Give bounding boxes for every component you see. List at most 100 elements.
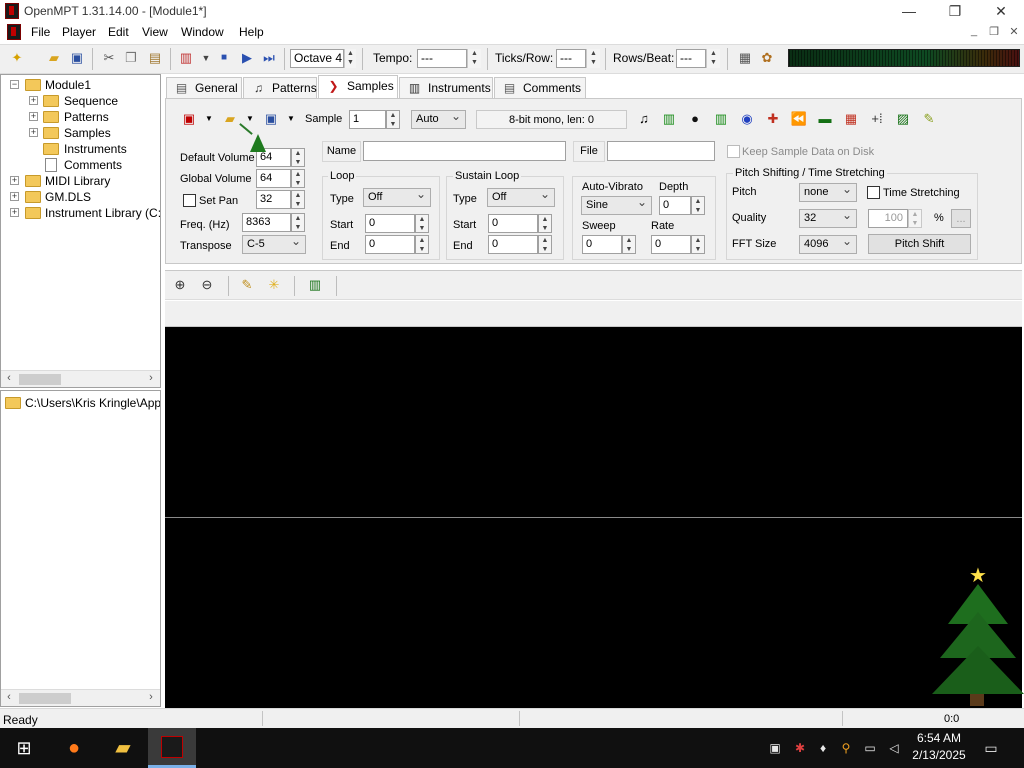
amplify-icon[interactable]: ● <box>686 110 704 128</box>
open-file-icon[interactable]: ▰ <box>45 49 63 67</box>
stop-icon[interactable]: ■ <box>215 49 233 67</box>
tray-network-icon[interactable]: ▭ <box>862 740 878 756</box>
zoom-in-icon[interactable]: ⊕ <box>171 276 189 294</box>
sustain-start-field[interactable]: 0 <box>488 214 538 233</box>
stereo-separation-icon[interactable]: ◉ <box>738 110 756 128</box>
quality-select[interactable]: 32 <box>799 207 857 228</box>
menu-player[interactable]: Player <box>62 25 96 39</box>
sweep-field[interactable]: 0 <box>582 235 622 254</box>
play-icon[interactable]: ▶ <box>238 49 256 67</box>
loop-end-field[interactable]: 0 <box>365 235 415 254</box>
depth-spinner[interactable]: ▲ ▼ <box>691 196 705 215</box>
menu-edit[interactable]: Edit <box>108 25 129 39</box>
rows-per-beat-spinner[interactable]: ▲ ▼ <box>706 49 720 68</box>
plugin-manager-icon[interactable]: ✿ <box>758 49 776 67</box>
sample-name-field[interactable] <box>363 141 566 161</box>
windows-start-icon[interactable]: ⊞ <box>12 736 36 760</box>
frequency-field[interactable]: 8363 <box>242 213 291 232</box>
loop-end-spinner[interactable]: ▲ ▼ <box>415 235 429 254</box>
normalize-icon[interactable]: ▥ <box>660 110 678 128</box>
sweep-spinner[interactable]: ▲ ▼ <box>622 235 636 254</box>
close-window-button[interactable]: ✕ <box>978 0 1024 22</box>
expand-icon[interactable]: + <box>10 192 19 201</box>
stretch-ratio-spinner[interactable]: ▲ ▼ <box>908 209 922 228</box>
open-sample-icon[interactable]: ▰ <box>221 110 239 128</box>
mdi-minimize-button[interactable]: _ <box>966 25 982 37</box>
scroll-right-icon[interactable]: › <box>143 691 159 703</box>
new-sample-icon[interactable]: ▣ <box>180 110 198 128</box>
sample-number-field[interactable]: 1 <box>349 110 386 129</box>
tab-patterns[interactable]: ♫ Patterns <box>243 77 317 98</box>
scroll-right-icon[interactable]: › <box>143 372 159 384</box>
zoom-out-icon[interactable]: ⊖ <box>198 276 216 294</box>
octave-spinner[interactable]: ▲ ▼ <box>344 49 356 68</box>
tray-drop-icon[interactable]: ♦ <box>815 740 831 756</box>
global-volume-spinner[interactable]: ▲ ▼ <box>291 169 305 188</box>
invert-icon[interactable]: ▦ <box>842 110 860 128</box>
tray-search-icon[interactable]: ⚲ <box>838 740 854 756</box>
keyboard-split-icon[interactable]: ▥ <box>306 276 324 294</box>
expand-icon[interactable]: + <box>10 176 19 185</box>
set-pan-checkbox[interactable] <box>183 194 196 207</box>
sample-number-spinner[interactable]: ▲ ▼ <box>386 110 400 129</box>
play-note-icon[interactable]: ♫ <box>635 110 653 128</box>
ticks-per-row-spinner[interactable]: ▲ ▼ <box>586 49 600 68</box>
scrollbar-thumb[interactable] <box>19 693 71 704</box>
pitch-shift-button[interactable]: Pitch Shift <box>868 234 971 254</box>
dropdown-arrow-icon[interactable]: ▼ <box>282 110 300 128</box>
menu-view[interactable]: View <box>142 25 168 39</box>
ticks-per-row-field[interactable]: --- <box>556 49 586 68</box>
tempo-field[interactable]: --- <box>417 49 467 68</box>
frequency-spinner[interactable]: ▲ ▼ <box>291 213 305 232</box>
browser-horizontal-scrollbar[interactable]: ‹ › <box>1 689 160 706</box>
transpose-select[interactable]: C-5 <box>242 233 306 254</box>
mdi-restore-button[interactable]: ❐ <box>986 25 1002 38</box>
mdi-close-button[interactable]: ✕ <box>1006 25 1022 38</box>
dropdown-arrow-icon[interactable]: ▼ <box>197 49 215 67</box>
set-pan-spinner[interactable]: ▲ ▼ <box>291 190 305 209</box>
menu-file[interactable]: File <box>31 25 50 39</box>
sample-file-field[interactable] <box>607 141 715 161</box>
dropdown-arrow-icon[interactable]: ▼ <box>200 110 218 128</box>
sustain-end-field[interactable]: 0 <box>488 235 538 254</box>
set-pan-field[interactable]: 32 <box>256 190 291 209</box>
tray-volume-muted-icon[interactable]: ◁ <box>886 740 902 756</box>
rate-spinner[interactable]: ▲ ▼ <box>691 235 705 254</box>
expand-icon[interactable]: + <box>29 128 38 137</box>
firefox-icon[interactable]: ● <box>62 736 86 760</box>
pencil-icon[interactable]: ✎ <box>238 276 256 294</box>
tray-security-icon[interactable]: ✱ <box>792 740 808 756</box>
tab-instruments[interactable]: ▥ Instruments <box>399 77 493 98</box>
tab-samples[interactable]: ❯ Samples <box>318 75 398 99</box>
taskbar-date[interactable]: 2/13/2025 <box>904 748 974 762</box>
copy-icon[interactable]: ❐ <box>122 49 140 67</box>
minimize-window-button[interactable]: — <box>886 0 932 22</box>
expand-icon[interactable]: + <box>10 208 19 217</box>
expand-icon[interactable]: + <box>29 112 38 121</box>
loop-start-field[interactable]: 0 <box>365 214 415 233</box>
notifications-icon[interactable]: ▭ <box>983 740 999 756</box>
app-logo-icon[interactable] <box>5 3 19 19</box>
cross-fade-icon[interactable]: +⁞ <box>868 110 886 128</box>
tempo-spinner[interactable]: ▲ ▼ <box>467 49 481 68</box>
keep-on-disk-checkbox[interactable] <box>727 145 740 158</box>
menu-window[interactable]: Window <box>181 25 224 39</box>
sustain-end-spinner[interactable]: ▲ ▼ <box>538 235 552 254</box>
new-file-icon[interactable]: ✦ <box>8 49 26 67</box>
collapse-icon[interactable]: − <box>10 80 19 89</box>
cut-icon[interactable]: ✂ <box>100 49 118 67</box>
reverse-icon[interactable]: ⏪ <box>790 110 808 128</box>
stretch-ratio-field[interactable]: 100 <box>868 209 908 228</box>
song-properties-icon[interactable]: ▦ <box>736 49 754 67</box>
octave-field[interactable]: Octave 4 <box>290 49 344 68</box>
module-document-icon[interactable] <box>7 24 21 40</box>
vibrato-type-select[interactable]: Sine <box>581 194 652 215</box>
menu-help[interactable]: Help <box>239 25 264 39</box>
pitch-select[interactable]: none <box>799 181 857 202</box>
maximize-window-button[interactable]: ❐ <box>932 0 978 22</box>
tab-general[interactable]: ▤ General <box>166 77 242 98</box>
rows-per-beat-field[interactable]: --- <box>676 49 706 68</box>
time-stretch-icon[interactable]: ▨ <box>894 110 912 128</box>
expand-icon[interactable]: + <box>29 96 38 105</box>
sparkle-icon[interactable]: ✳ <box>265 276 283 294</box>
